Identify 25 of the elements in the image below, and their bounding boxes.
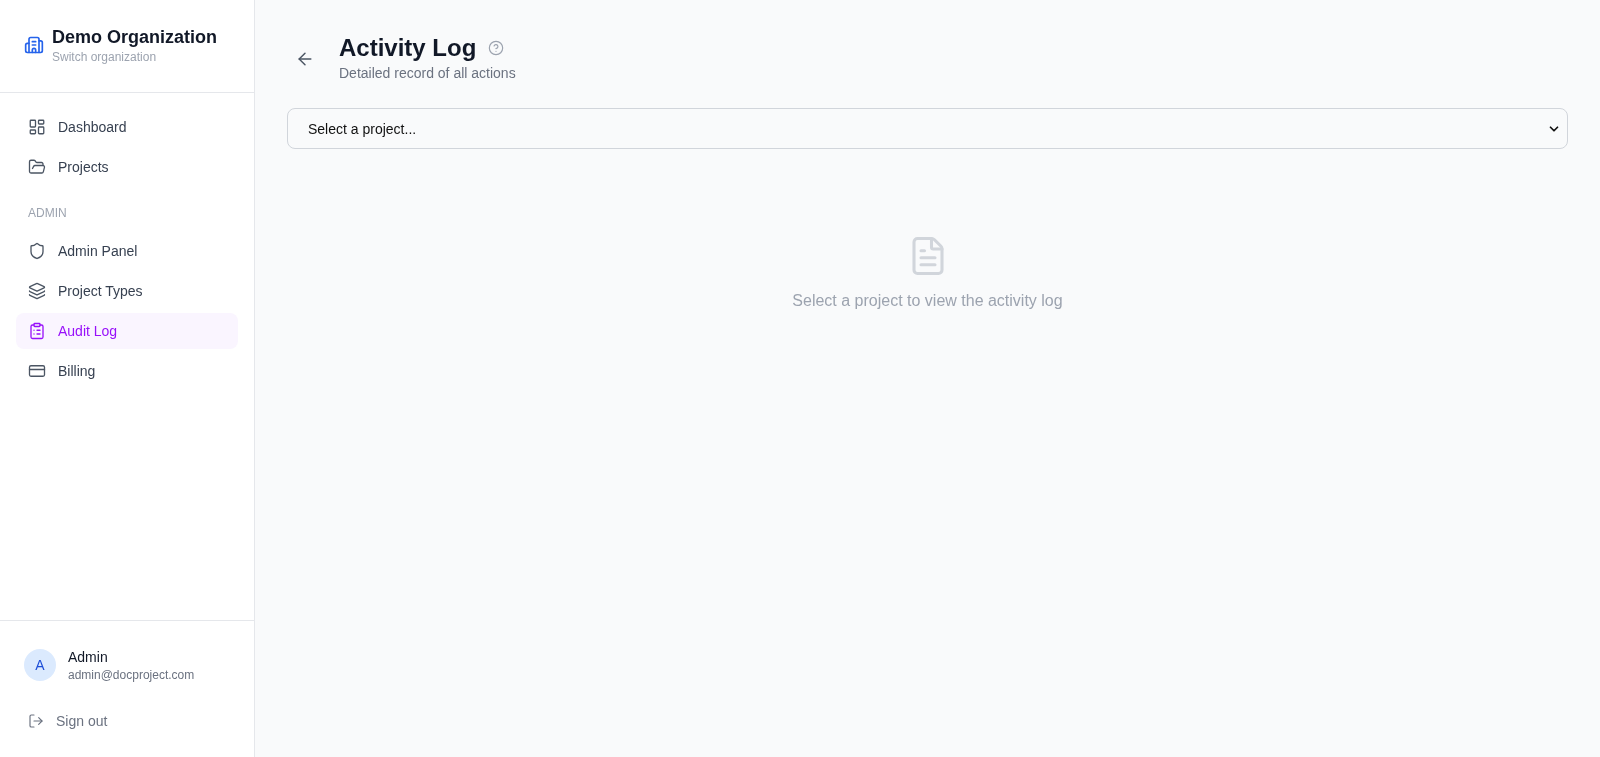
nav-item[interactable]: Project Types [16, 273, 238, 309]
nav-item[interactable]: Audit Log [16, 313, 238, 349]
credit-card-icon [28, 362, 46, 380]
empty-state-message: Select a project to view the activity log [792, 291, 1063, 311]
sign-out-button[interactable]: Sign out [16, 703, 238, 739]
user-avatar: A [24, 649, 56, 681]
user-email: admin@docproject.com [68, 667, 195, 683]
help-icon[interactable] [488, 40, 505, 56]
clipboard-list-icon [28, 322, 46, 340]
folder-icon [28, 158, 46, 176]
nav-item[interactable]: Dashboard [16, 109, 238, 145]
nav-item[interactable]: Billing [16, 353, 238, 389]
shield-icon [28, 242, 46, 260]
organization-name: Demo Organization [52, 26, 217, 49]
logout-icon [28, 713, 44, 729]
layers-icon [28, 282, 46, 300]
building-icon [24, 35, 44, 55]
grid-icon [28, 118, 46, 136]
user-name: Admin [68, 648, 109, 667]
nav-item[interactable]: Projects [16, 149, 238, 185]
page-subtitle: Detailed record of all actions [339, 64, 516, 83]
nav-item[interactable]: Admin Panel [16, 233, 238, 269]
project-select[interactable]: Select a project... [287, 108, 1568, 149]
page-title: Activity Log [339, 34, 477, 62]
section-heading: ADMIN [27, 205, 68, 221]
